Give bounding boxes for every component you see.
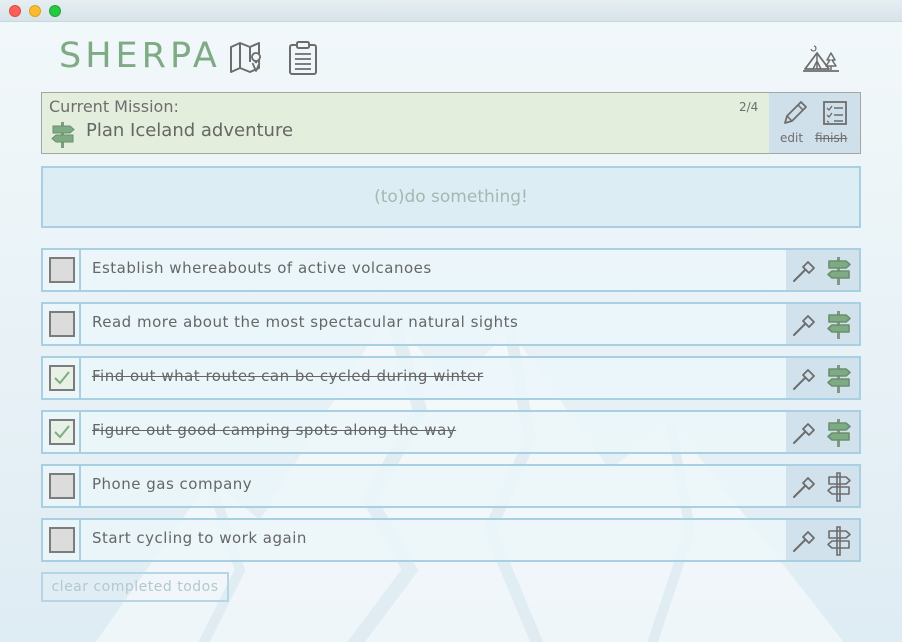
- todo-row: Figure out good camping spots along the …: [41, 410, 861, 454]
- pencil-edit-icon[interactable]: [781, 99, 809, 127]
- todo-checkbox[interactable]: [49, 365, 75, 391]
- todo-tools: [786, 412, 859, 452]
- todo-checkbox[interactable]: [49, 473, 75, 499]
- todo-checkbox-cell: [43, 466, 81, 506]
- app-logo: SHERPA: [59, 36, 221, 76]
- axe-delete-icon[interactable]: [791, 420, 817, 446]
- title-bar: [0, 0, 902, 22]
- finish-mission-button[interactable]: finish: [815, 131, 847, 145]
- todo-row: Start cycling to work again: [41, 518, 861, 562]
- mission-progress-count: 2/4: [739, 100, 759, 114]
- todo-tools: [786, 250, 859, 290]
- axe-delete-icon[interactable]: [791, 258, 817, 284]
- axe-delete-icon[interactable]: [791, 528, 817, 554]
- todo-checkbox-cell: [43, 358, 81, 398]
- todo-row: Establish whereabouts of active volcanoe…: [41, 248, 861, 292]
- todo-text[interactable]: Start cycling to work again: [92, 529, 307, 547]
- todo-checkbox[interactable]: [49, 419, 75, 445]
- todo-row: Read more about the most spectacular nat…: [41, 302, 861, 346]
- todo-text[interactable]: Find out what routes can be cycled durin…: [92, 367, 483, 385]
- signpost-mission-icon[interactable]: [826, 364, 852, 394]
- mission-actions: edit finish: [769, 93, 860, 153]
- new-todo-input[interactable]: [41, 166, 861, 228]
- signpost-icon: [51, 122, 75, 148]
- clipboard-icon[interactable]: [286, 40, 320, 76]
- map-pin-icon[interactable]: [229, 40, 263, 76]
- todo-row: Phone gas company: [41, 464, 861, 508]
- axe-delete-icon[interactable]: [791, 366, 817, 392]
- todo-checkbox-cell: [43, 304, 81, 344]
- signpost-mission-icon[interactable]: [826, 310, 852, 340]
- signpost-mission-icon[interactable]: [826, 526, 852, 556]
- app-window: SHERPA Current Mission: 2/4 Plan Iceland…: [0, 0, 902, 642]
- todo-checkbox[interactable]: [49, 311, 75, 337]
- edit-mission-button[interactable]: edit: [780, 131, 803, 145]
- campsite-icon[interactable]: [803, 45, 839, 73]
- axe-delete-icon[interactable]: [791, 474, 817, 500]
- todo-text[interactable]: Figure out good camping spots along the …: [92, 421, 456, 439]
- todo-row: Find out what routes can be cycled durin…: [41, 356, 861, 400]
- todo-checkbox-cell: [43, 250, 81, 290]
- mission-label: Current Mission:: [49, 97, 179, 116]
- clear-completed-button[interactable]: clear completed todos: [41, 572, 229, 602]
- minimize-window-button[interactable]: [29, 5, 41, 17]
- todo-tools: [786, 358, 859, 398]
- todo-checkbox-cell: [43, 520, 81, 560]
- todo-checkbox[interactable]: [49, 527, 75, 553]
- todo-tools: [786, 466, 859, 506]
- todo-tools: [786, 304, 859, 344]
- signpost-mission-icon[interactable]: [826, 418, 852, 448]
- maximize-window-button[interactable]: [49, 5, 61, 17]
- todo-text[interactable]: Establish whereabouts of active volcanoe…: [92, 259, 432, 277]
- current-mission-panel: Current Mission: 2/4 Plan Iceland advent…: [41, 92, 861, 154]
- mission-title: Plan Iceland adventure: [86, 120, 294, 141]
- todo-checkbox[interactable]: [49, 257, 75, 283]
- todo-tools: [786, 520, 859, 560]
- axe-delete-icon[interactable]: [791, 312, 817, 338]
- signpost-mission-icon[interactable]: [826, 472, 852, 502]
- signpost-mission-icon[interactable]: [826, 256, 852, 286]
- checklist-finish-icon[interactable]: [822, 99, 848, 127]
- todo-text[interactable]: Phone gas company: [92, 475, 252, 493]
- todo-text[interactable]: Read more about the most spectacular nat…: [92, 313, 518, 331]
- close-window-button[interactable]: [9, 5, 21, 17]
- todo-checkbox-cell: [43, 412, 81, 452]
